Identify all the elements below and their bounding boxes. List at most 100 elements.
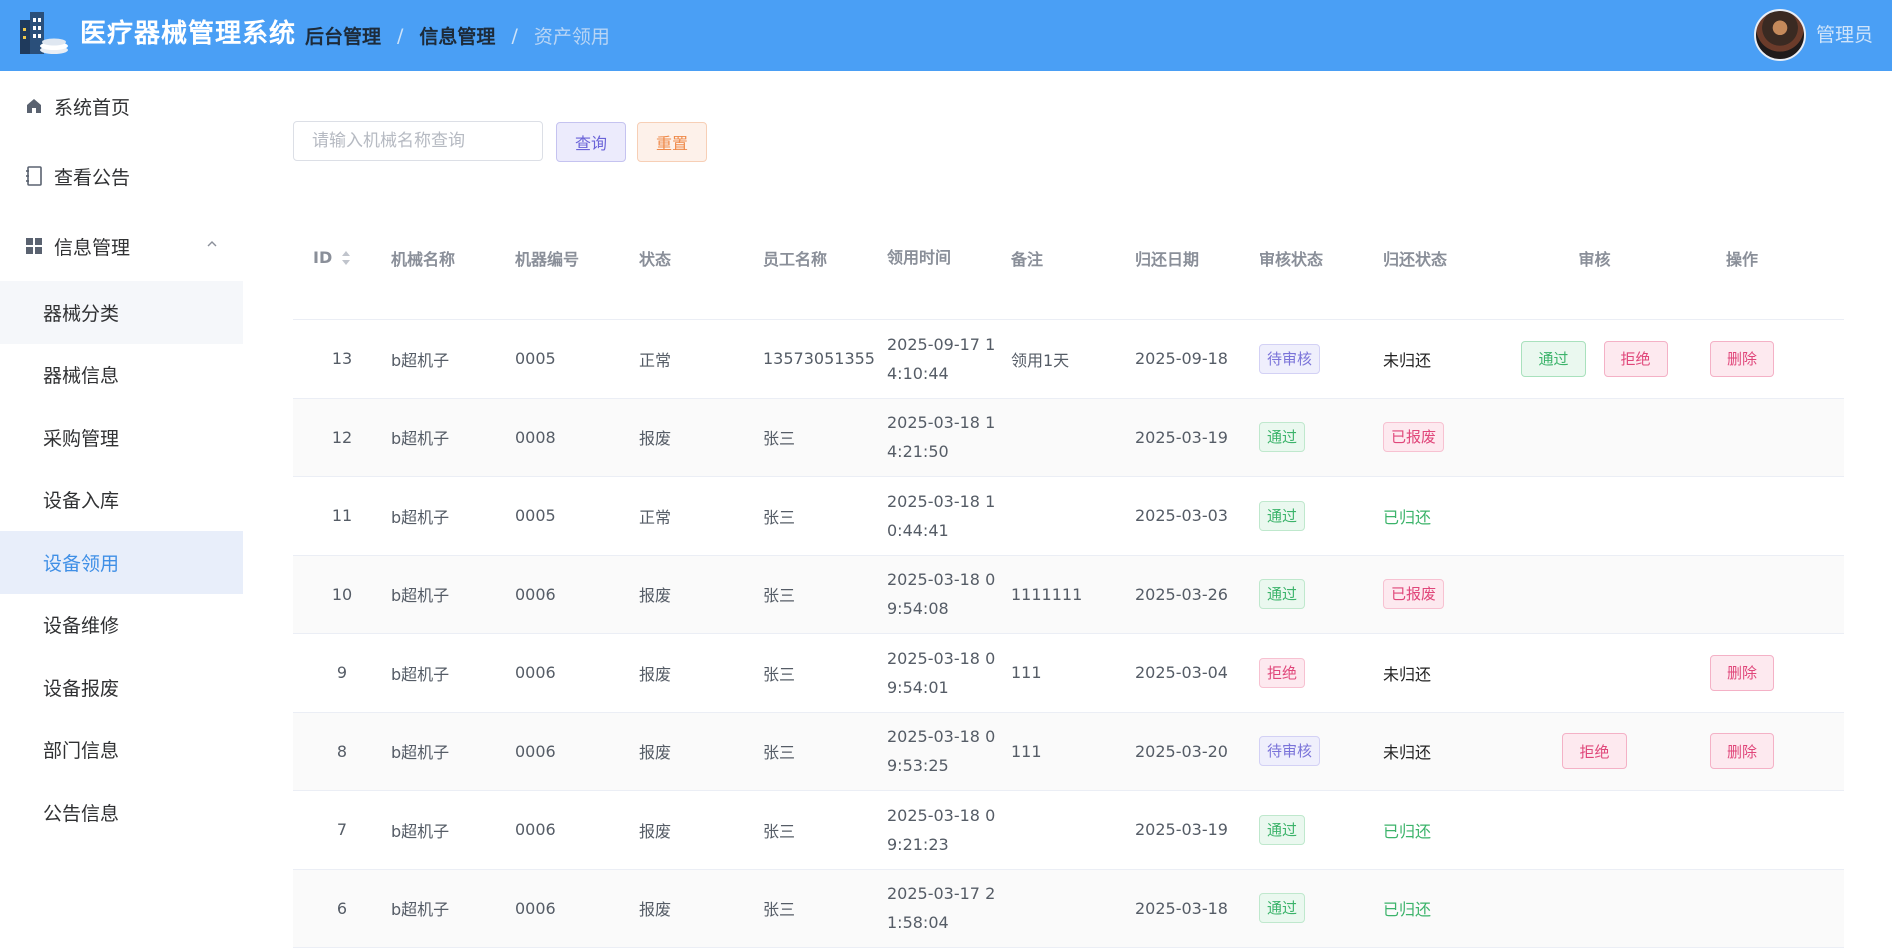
cell-return-date: 2025-03-19 [1135, 820, 1259, 839]
column-header-status: 状态 [639, 246, 763, 270]
cell-number: 0005 [515, 506, 639, 525]
cell-id: 8 [293, 742, 391, 761]
cell-employee: 张三 [763, 504, 887, 528]
sidebar-item-device-info[interactable]: 器械信息 [0, 344, 243, 407]
cell-number: 0006 [515, 742, 639, 761]
cell-number: 0006 [515, 820, 639, 839]
cell-status: 报废 [639, 661, 763, 685]
user-avatar[interactable] [1754, 9, 1806, 61]
delete-button[interactable]: 删除 [1710, 341, 1774, 377]
delete-button[interactable]: 删除 [1710, 733, 1774, 769]
sidebar-item-stock-in[interactable]: 设备入库 [0, 469, 243, 532]
sidebar-item-notices[interactable]: 查看公告 [0, 141, 243, 211]
delete-button[interactable]: 删除 [1710, 655, 1774, 691]
cell-id: 6 [293, 899, 391, 918]
table-row: 6 b超机子 0006 报废 张三 2025-03-17 21:58:04 20… [293, 870, 1844, 948]
sidebar: 系统首页 查看公告 信息管理 器械分类 器械信息 采购管理 设备入库 设备领用 … [0, 71, 243, 859]
column-header-return-status: 归还状态 [1383, 246, 1507, 270]
cell-employee: 张三 [763, 661, 887, 685]
cell-status: 报废 [639, 739, 763, 763]
breadcrumb-item[interactable]: 后台管理 [305, 22, 381, 49]
cell-time: 2025-03-18 10:44:41 [887, 487, 1011, 545]
table-row: 13 b超机子 0005 正常 13573051355 2025-09-17 1… [293, 320, 1844, 399]
cell-id: 12 [293, 428, 391, 447]
requisition-table: ID 机械名称 机器编号 状态 员工名称 领用时间 备注 归还日期 审核状态 归… [293, 196, 1844, 948]
cell-return-date: 2025-09-18 [1135, 349, 1259, 368]
chevron-up-icon [207, 239, 217, 249]
breadcrumb-current: 资产领用 [534, 22, 610, 49]
cell-return-status: 已归还 [1383, 896, 1507, 920]
cell-status: 报废 [639, 896, 763, 920]
cell-employee: 13573051355 [763, 349, 887, 368]
cell-name: b超机子 [391, 739, 515, 763]
cell-time: 2025-03-18 09:54:01 [887, 644, 1011, 702]
audit-status-tag: 拒绝 [1259, 658, 1305, 688]
breadcrumb-item[interactable]: 信息管理 [419, 22, 495, 49]
cell-number: 0005 [515, 349, 639, 368]
sidebar-item-announcement[interactable]: 公告信息 [0, 781, 243, 844]
cell-audit-status: 通过 [1259, 815, 1383, 845]
cell-number: 0008 [515, 428, 639, 447]
cell-employee: 张三 [763, 739, 887, 763]
sort-icon[interactable] [340, 249, 352, 267]
top-header: 医疗器械管理系统 后台管理 / 信息管理 / 资产领用 管理员 [0, 0, 1892, 71]
cell-return-status: 已报废 [1383, 579, 1507, 609]
return-status-text: 未归还 [1383, 743, 1431, 762]
cell-return-status: 已归还 [1383, 818, 1507, 842]
column-header-employee: 员工名称 [763, 246, 887, 270]
approve-button[interactable]: 通过 [1521, 341, 1585, 377]
table-row: 12 b超机子 0008 报废 张三 2025-03-18 14:21:50 2… [293, 399, 1844, 478]
cell-audit-status: 拒绝 [1259, 658, 1383, 688]
cell-number: 0006 [515, 899, 639, 918]
audit-status-tag: 通过 [1259, 579, 1305, 609]
cell-audit-status: 通过 [1259, 422, 1383, 452]
cell-note: 111 [1011, 663, 1135, 682]
sidebar-item-repair[interactable]: 设备维修 [0, 594, 243, 657]
cell-name: b超机子 [391, 425, 515, 449]
column-header-operation: 操作 [1682, 246, 1802, 270]
table-body: 13 b超机子 0005 正常 13573051355 2025-09-17 1… [293, 320, 1844, 948]
table-row: 9 b超机子 0006 报废 张三 2025-03-18 09:54:01 11… [293, 634, 1844, 713]
cell-employee: 张三 [763, 896, 887, 920]
sidebar-item-scrap[interactable]: 设备报废 [0, 656, 243, 719]
return-status-tag: 已报废 [1383, 579, 1444, 609]
column-header-return-date: 归还日期 [1135, 246, 1259, 270]
cell-return-date: 2025-03-20 [1135, 742, 1259, 761]
return-status-text: 已归还 [1383, 508, 1431, 527]
cell-id: 10 [293, 585, 391, 604]
return-status-text: 已归还 [1383, 900, 1431, 919]
notebook-icon [24, 166, 44, 186]
table-row: 8 b超机子 0006 报废 张三 2025-03-18 09:53:25 11… [293, 713, 1844, 792]
user-name[interactable]: 管理员 [1816, 0, 1873, 71]
sidebar-item-device-requisition[interactable]: 设备领用 [0, 531, 243, 594]
cell-status: 报废 [639, 582, 763, 606]
column-header-name: 机械名称 [391, 246, 515, 270]
cell-name: b超机子 [391, 896, 515, 920]
cell-employee: 张三 [763, 425, 887, 449]
reset-button[interactable]: 重置 [637, 122, 707, 162]
cell-return-status: 未归还 [1383, 739, 1507, 763]
sidebar-item-department[interactable]: 部门信息 [0, 719, 243, 782]
table-row: 10 b超机子 0006 报废 张三 2025-03-18 09:54:08 1… [293, 556, 1844, 635]
cell-id: 13 [293, 349, 391, 368]
sidebar-item-purchase[interactable]: 采购管理 [0, 406, 243, 469]
cell-return-date: 2025-03-04 [1135, 663, 1259, 682]
sidebar-item-label: 查看公告 [54, 163, 130, 190]
breadcrumb: 后台管理 / 信息管理 / 资产领用 [305, 0, 610, 71]
cell-audit-status: 通过 [1259, 501, 1383, 531]
sidebar-item-label: 信息管理 [54, 233, 130, 260]
query-button[interactable]: 查询 [556, 122, 626, 162]
cell-return-date: 2025-03-26 [1135, 585, 1259, 604]
cell-note: 领用1天 [1011, 347, 1135, 371]
search-input[interactable] [293, 121, 543, 161]
audit-status-tag: 待审核 [1259, 736, 1320, 766]
sidebar-item-info-management[interactable]: 信息管理 [0, 211, 243, 281]
cell-note: 111 [1011, 742, 1135, 761]
audit-status-tag: 待审核 [1259, 344, 1320, 374]
reject-button[interactable]: 拒绝 [1604, 341, 1668, 377]
cell-name: b超机子 [391, 582, 515, 606]
reject-button[interactable]: 拒绝 [1562, 733, 1626, 769]
sidebar-item-home[interactable]: 系统首页 [0, 71, 243, 141]
column-header-id[interactable]: ID [293, 248, 391, 267]
sidebar-item-device-category[interactable]: 器械分类 [0, 281, 243, 344]
